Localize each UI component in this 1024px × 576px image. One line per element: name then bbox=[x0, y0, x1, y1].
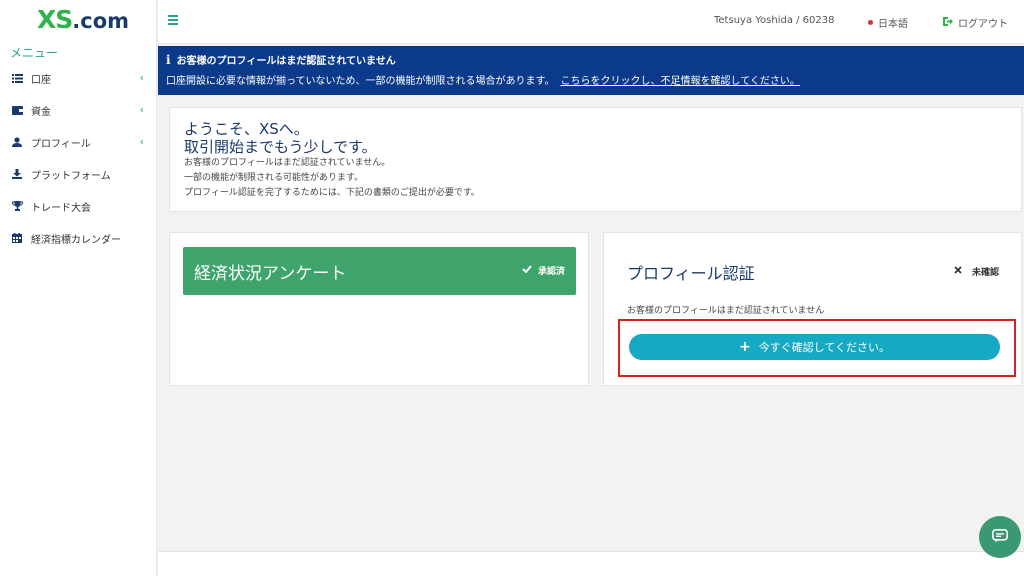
financial-survey-bar[interactable]: 経済状況アンケート 承認済 bbox=[183, 247, 576, 295]
user-icon bbox=[11, 136, 23, 148]
logout-button[interactable]: ログアウト bbox=[943, 15, 1008, 30]
sidebar-item-label: 経済指標カレンダー bbox=[31, 234, 121, 246]
alert-message: 口座開設に必要な情報が揃っていないため、一部の機能が制限される場合があります。 bbox=[166, 76, 555, 87]
alert-title-row: i お客様のプロフィールはまだ認証されていません bbox=[166, 52, 1024, 68]
alert-title: お客様のプロフィールはまだ認証されていません bbox=[176, 56, 396, 67]
language-selector[interactable]: 日本語 bbox=[868, 15, 908, 30]
welcome-line: お客様のプロフィールはまだ認証されていません。 bbox=[184, 158, 391, 168]
profile-status-label: 未確認 bbox=[971, 268, 999, 278]
check-icon bbox=[522, 265, 532, 276]
sidebar-item-label: 口座 bbox=[31, 74, 51, 86]
chevron-left-icon: ‹ bbox=[139, 103, 144, 116]
calendar-icon bbox=[11, 232, 23, 244]
profile-message: お客様のプロフィールはまだ認証されていません bbox=[627, 306, 825, 316]
sidebar-item-label: 資金 bbox=[31, 106, 51, 118]
survey-status-label: 承認済 bbox=[537, 267, 565, 277]
sidebar-item-funds[interactable]: 資金 ‹ bbox=[0, 94, 156, 126]
profile-status: 未確認 bbox=[954, 265, 999, 278]
sidebar: XS.com メニュー 口座 ‹ 資金 ‹ プロフィール ‹ プラットフォーム … bbox=[0, 0, 157, 576]
close-icon bbox=[954, 266, 962, 277]
footer bbox=[158, 552, 1024, 576]
chevron-left-icon: ‹ bbox=[139, 135, 144, 148]
welcome-subheading: 取引開始までもう少しです。 bbox=[184, 138, 377, 156]
highlight-box: + 今すぐ確認してください。 bbox=[618, 319, 1016, 377]
welcome-card: ようこそ、XSへ。 取引開始までもう少しです。 お客様のプロフィールはまだ認証さ… bbox=[169, 107, 1022, 212]
survey-status: 承認済 bbox=[522, 264, 565, 277]
menu-title: メニュー bbox=[10, 46, 59, 60]
user-name-account[interactable]: Tetsuya Yoshida / 60238 bbox=[714, 15, 835, 26]
sidebar-item-profile[interactable]: プロフィール ‹ bbox=[0, 126, 156, 158]
hamburger-menu-icon[interactable] bbox=[168, 15, 178, 25]
sidebar-item-account[interactable]: 口座 ‹ bbox=[0, 62, 156, 94]
sidebar-item-label: プロフィール bbox=[31, 138, 91, 150]
logo-text: XS.com bbox=[37, 4, 130, 34]
welcome-line: プロフィール認証を完了するためには、下記の書類のご提出が必要です。 bbox=[184, 188, 480, 198]
profile-verification-card: プロフィール認証 未確認 お客様のプロフィールはまだ認証されていません + 今す… bbox=[603, 232, 1022, 386]
logout-icon bbox=[943, 16, 953, 29]
verify-now-label: 今すぐ確認してください。 bbox=[758, 341, 891, 354]
chat-button[interactable] bbox=[979, 516, 1021, 558]
sidebar-item-label: プラットフォーム bbox=[31, 170, 111, 182]
chevron-left-icon: ‹ bbox=[139, 71, 144, 84]
profile-alert-banner: i お客様のプロフィールはまだ認証されていません 口座開設に必要な情報が揃ってい… bbox=[158, 46, 1024, 95]
welcome-line: 一部の機能が制限される可能性があります。 bbox=[184, 173, 364, 183]
chat-icon bbox=[992, 528, 1008, 547]
financial-survey-card: 経済状況アンケート 承認済 bbox=[169, 232, 589, 386]
wallet-icon bbox=[11, 104, 23, 116]
welcome-heading: ようこそ、XSへ。 bbox=[184, 120, 309, 138]
plus-icon: + bbox=[738, 339, 751, 355]
verify-now-button[interactable]: + 今すぐ確認してください。 bbox=[629, 334, 1000, 360]
trophy-icon bbox=[11, 200, 23, 212]
japan-flag-icon bbox=[868, 20, 873, 25]
survey-title: 経済状況アンケート bbox=[194, 264, 347, 284]
list-icon bbox=[11, 72, 23, 84]
top-header: Tetsuya Yoshida / 60238 日本語 ログアウト bbox=[158, 0, 1024, 44]
logout-label: ログアウト bbox=[958, 19, 1008, 30]
sidebar-item-calendar[interactable]: 経済指標カレンダー bbox=[0, 222, 156, 254]
missing-info-link[interactable]: こちらをクリックし、不足情報を確認してください。 bbox=[561, 76, 800, 87]
sidebar-item-label: トレード大会 bbox=[31, 202, 91, 214]
xs-logo[interactable]: XS.com bbox=[0, 0, 156, 38]
sidebar-item-contest[interactable]: トレード大会 bbox=[0, 190, 156, 222]
download-icon bbox=[11, 168, 23, 180]
language-label: 日本語 bbox=[878, 19, 908, 30]
alert-message-row: 口座開設に必要な情報が揃っていないため、一部の機能が制限される場合があります。こ… bbox=[166, 72, 1024, 87]
profile-verification-title: プロフィール認証 bbox=[627, 264, 755, 283]
info-icon: i bbox=[166, 52, 171, 67]
sidebar-item-platform[interactable]: プラットフォーム bbox=[0, 158, 156, 190]
